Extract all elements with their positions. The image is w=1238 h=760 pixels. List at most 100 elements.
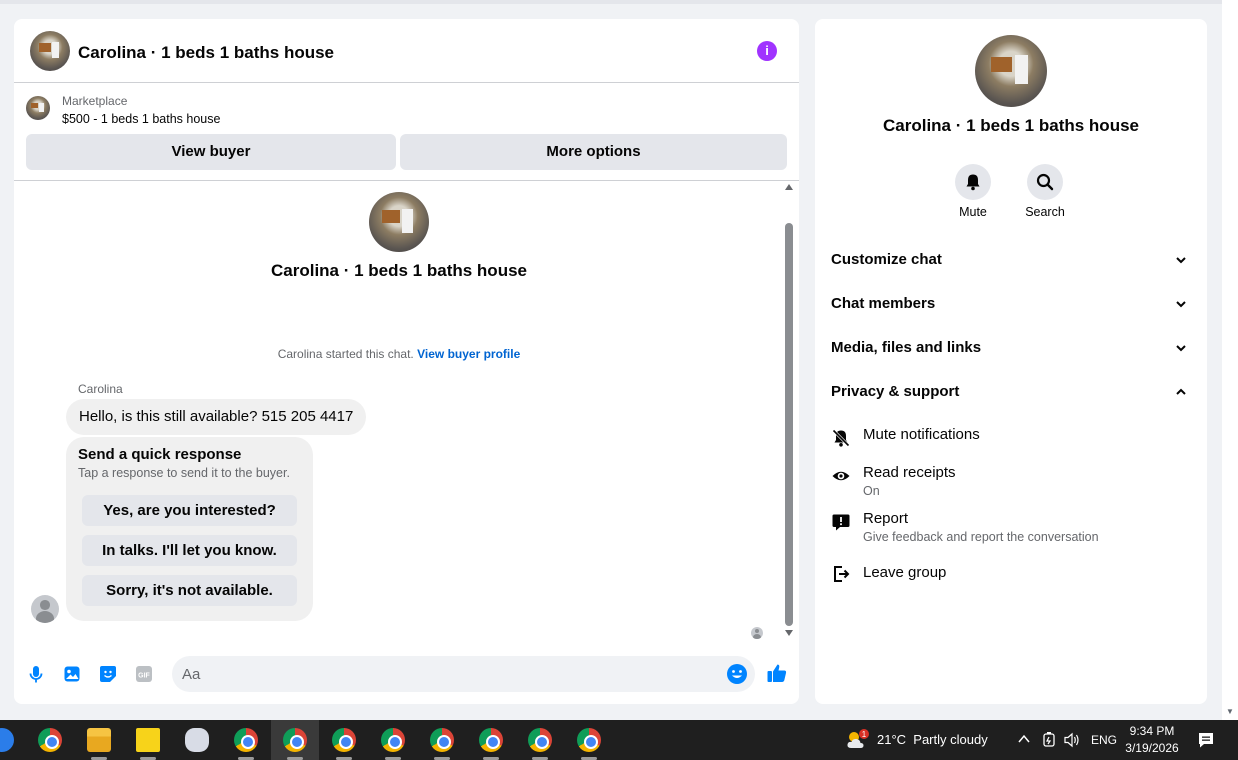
report-icon [832,514,850,531]
chrome-profile-icon[interactable] [479,728,503,752]
section-media-files-links[interactable]: Media, files and links [831,336,1191,360]
more-options-button[interactable]: More options [400,134,787,170]
listing-avatar[interactable] [30,31,70,71]
chat-info-panel: Carolina · 1 beds 1 baths house Mute Sea… [815,19,1207,704]
seen-receipt-avatar [751,627,763,639]
emoji-icon[interactable] [726,663,748,685]
chevron-down-icon [1176,345,1186,352]
chat-title[interactable]: Carolina · 1 beds 1 baths house [78,43,334,63]
chrome-profile-icon[interactable] [381,728,405,752]
search-button[interactable] [1027,164,1063,200]
quick-response-not-available-button[interactable]: Sorry, it's not available. [82,575,297,606]
thumbs-up-icon[interactable] [766,662,788,684]
report-option[interactable]: Report Give feedback and report the conv… [831,510,1191,550]
chrome-profile-icon[interactable] [332,728,356,752]
eye-icon [832,471,850,481]
browser-top-edge [0,0,1222,4]
conversation-avatar [369,192,429,252]
section-customize-chat[interactable]: Customize chat [831,248,1191,272]
marketplace-label: Marketplace [62,94,128,108]
clock-time[interactable]: 9:34 PM [1120,724,1184,738]
chrome-icon[interactable] [38,728,62,752]
conversation-title: Carolina · 1 beds 1 baths house [270,261,527,280]
leave-icon [834,566,850,582]
read-receipts-status: On [863,484,880,498]
section-label: Privacy & support [831,383,960,400]
section-label: Customize chat [831,251,942,268]
section-privacy-support[interactable]: Privacy & support [831,380,1191,404]
sticker-icon[interactable] [98,664,118,684]
chevron-down-icon [1176,257,1186,264]
read-receipts-option[interactable]: Read receipts On [831,464,1191,504]
chat-header: Carolina · 1 beds 1 baths house i [14,19,799,83]
scroll-down-arrow-icon[interactable] [785,630,793,636]
microphone-icon[interactable] [26,664,46,684]
weather-badge: 1 [862,730,867,739]
chevron-up-icon [1176,388,1186,395]
windows-taskbar: 1 21°C Partly cloudy ENG 9:34 PM 3/19/20… [0,720,1238,760]
scroll-down-arrow-icon[interactable]: ▼ [1226,707,1234,716]
scroll-up-arrow-icon[interactable] [785,184,793,190]
sticky-notes-icon[interactable] [136,728,160,752]
info-title: Carolina · 1 beds 1 baths house [882,116,1139,135]
language-indicator[interactable]: ENG [1091,733,1117,747]
mute-notifications-option[interactable]: Mute notifications [831,426,1191,450]
message-input[interactable] [182,656,712,692]
option-label: Mute notifications [863,426,980,443]
leave-group-option[interactable]: Leave group [831,564,1191,588]
chrome-profile-icon[interactable] [430,728,454,752]
bell-off-icon [832,429,850,447]
mute-label: Mute [959,205,987,219]
thread-scrollbar[interactable] [784,181,794,644]
app-icon[interactable] [0,728,14,752]
chrome-profile-icon[interactable] [577,728,601,752]
mute-button[interactable] [955,164,991,200]
chrome-profile-icon[interactable] [234,728,258,752]
gif-icon[interactable]: GIF [134,664,154,684]
listing-price-title: $500 - 1 beds 1 baths house [62,112,221,126]
weather-cloud-sun-icon[interactable]: 1 [845,728,871,752]
page-scrollbar[interactable]: ▼ [1222,0,1238,720]
svg-text:GIF: GIF [138,673,150,680]
clock-date[interactable]: 3/19/2026 [1120,741,1184,755]
weather-text[interactable]: 21°C Partly cloudy [877,732,988,747]
listing-thumbnail [26,96,50,120]
message-bubble[interactable]: Hello, is this still available? 515 205 … [66,399,367,435]
section-label: Media, files and links [831,339,982,356]
volume-icon[interactable] [1063,731,1081,749]
quick-response-card: Send a quick response Tap a response to … [66,437,313,621]
view-buyer-profile-link[interactable]: View buyer profile [417,347,520,361]
search-label: Search [1025,205,1065,219]
quick-response-yes-button[interactable]: Yes, are you interested? [82,495,297,526]
chrome-profile-icon[interactable] [528,728,552,752]
photo-icon[interactable] [62,664,82,684]
chrome-profile-icon[interactable] [283,728,307,752]
chevron-up-icon[interactable] [1017,733,1031,745]
chat-panel: Carolina · 1 beds 1 baths house i Market… [14,19,799,704]
section-chat-members[interactable]: Chat members [831,292,1191,316]
info-avatar[interactable] [975,35,1047,107]
option-label: Read receipts [863,464,956,481]
bell-icon [966,174,980,191]
snipping-tool-icon[interactable] [185,728,209,752]
battery-plug-icon[interactable] [1041,731,1057,749]
chat-started-notice: Carolina started this chat. View buyer p… [14,347,784,361]
option-label: Report [863,510,909,527]
notifications-icon[interactable] [1197,731,1215,749]
quick-response-subtitle: Tap a response to send it to the buyer. [78,466,290,480]
quick-response-title: Send a quick response [78,446,242,463]
scrollbar-thumb[interactable] [785,223,793,626]
chevron-down-icon [1176,301,1186,308]
option-label: Leave group [863,564,947,581]
info-icon[interactable]: i [757,41,777,61]
report-description: Give feedback and report the conversatio… [863,530,1099,544]
marketplace-listing-row[interactable]: Marketplace $500 - 1 beds 1 baths house [14,83,799,135]
message-input-box[interactable] [172,656,755,692]
view-buyer-button[interactable]: View buyer [26,134,396,170]
search-icon [1036,173,1054,191]
sender-avatar[interactable] [31,595,59,623]
message-thread[interactable]: Carolina · 1 beds 1 baths house Carolina… [14,181,799,644]
started-text: Carolina started this chat. [277,347,414,361]
quick-response-in-talks-button[interactable]: In talks. I'll let you know. [82,535,297,566]
file-explorer-icon[interactable] [87,728,111,752]
